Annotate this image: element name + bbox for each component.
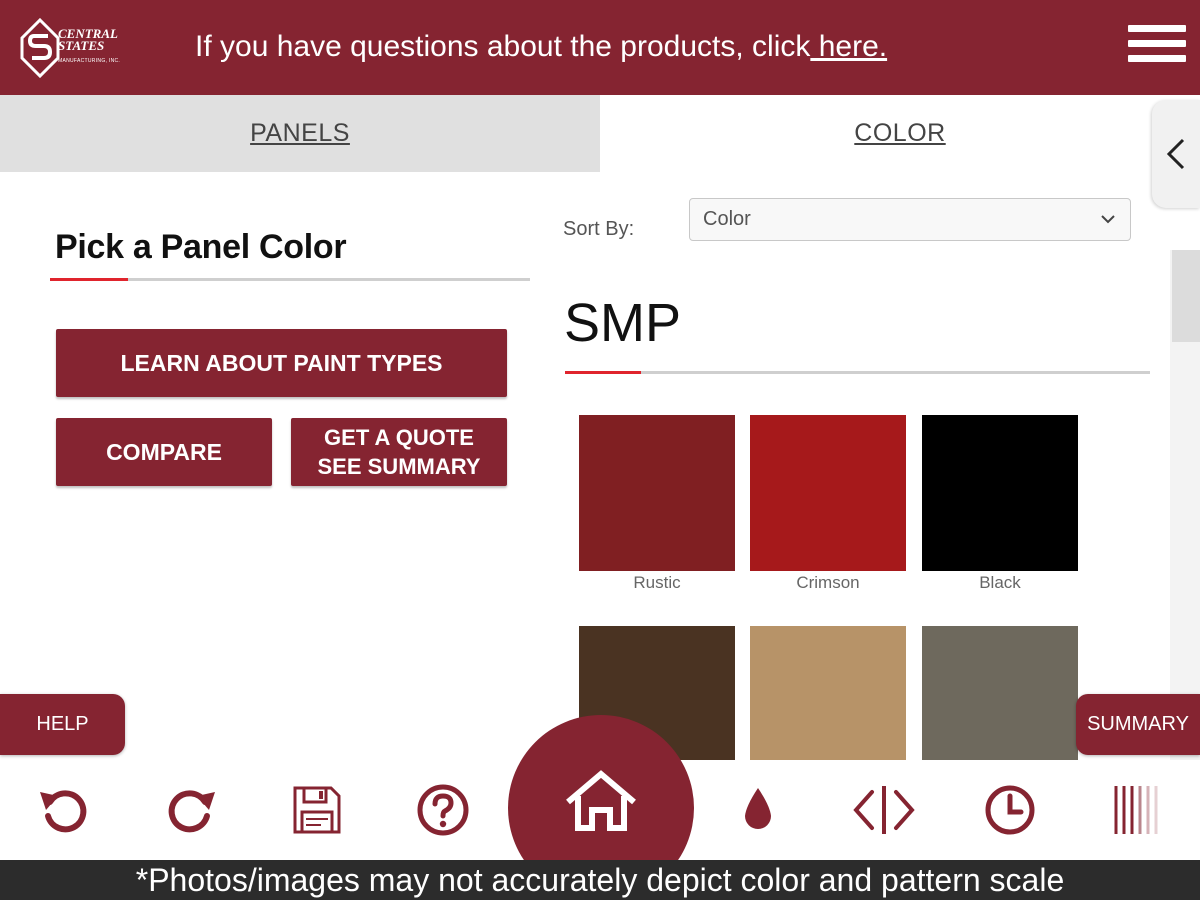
scrollbar-thumb[interactable] [1172, 250, 1200, 342]
tab-color[interactable]: COLOR [600, 95, 1200, 172]
history-button[interactable] [970, 760, 1050, 860]
logo-line-2: STATES [58, 38, 105, 53]
home-icon [566, 770, 636, 831]
help-circle-icon [417, 784, 469, 836]
swatch-scrollbar[interactable] [1170, 250, 1200, 760]
logo-mark-icon [20, 17, 60, 79]
swatch-label: Rustic [633, 573, 681, 592]
logo-subtext: MANUFACTURING, INC. [58, 58, 121, 64]
panel-pattern-icon [1114, 786, 1158, 834]
title-divider [50, 278, 530, 281]
swatch-label: Crimson [796, 573, 860, 592]
redo-button[interactable] [151, 760, 231, 860]
quote-button-line-2: SEE SUMMARY [317, 454, 481, 479]
sort-by-label: Sort By: [563, 218, 635, 240]
sort-by-value: Color [703, 208, 751, 230]
swatch-chip [922, 626, 1078, 760]
tab-panels[interactable]: PANELS [0, 95, 600, 172]
compare-icon [853, 786, 915, 834]
swatch-black[interactable]: Black [922, 415, 1078, 593]
undo-icon [40, 790, 87, 833]
swatch-chip [750, 415, 906, 571]
company-logo[interactable]: CENTRAL STATES MANUFACTURING, INC. [20, 17, 155, 80]
swatch-rustic[interactable]: Rustic [579, 415, 735, 593]
history-icon [985, 785, 1035, 835]
summary-button[interactable]: SUMMARY [1076, 694, 1200, 755]
chevron-down-icon [1101, 215, 1115, 224]
panel-pattern-button[interactable] [1096, 760, 1176, 860]
get-quote-button[interactable]: GET A QUOTE SEE SUMMARY [291, 418, 507, 486]
swatch-gray[interactable] [922, 626, 1078, 760]
logo-text: CENTRAL STATES [58, 27, 118, 53]
compare-button[interactable]: COMPARE [56, 418, 272, 486]
disclaimer-text: *Photos/images may not accurately depict… [0, 860, 1200, 900]
compare-tool-button[interactable] [844, 760, 924, 860]
swatch-chip [750, 626, 906, 760]
save-button[interactable] [277, 760, 357, 860]
learn-paint-types-button[interactable]: LEARN ABOUT PAINT TYPES [56, 329, 507, 397]
hamburger-menu-icon[interactable] [1128, 25, 1186, 71]
undo-button[interactable] [24, 760, 104, 860]
app: CENTRAL STATES MANUFACTURING, INC. If yo… [0, 0, 1200, 900]
collapse-panel-button[interactable] [1152, 100, 1200, 208]
section-divider [565, 371, 1150, 374]
help-tool-button[interactable] [403, 760, 483, 860]
header-here-link[interactable]: here. [810, 30, 887, 63]
save-icon [293, 786, 341, 834]
panel-color-title: Pick a Panel Color [55, 228, 347, 266]
section-title: SMP [564, 293, 682, 353]
header-message: If you have questions about the products… [195, 30, 887, 64]
swatch-label: Black [979, 573, 1021, 592]
chevron-left-icon [1166, 138, 1185, 170]
swatch-tan[interactable] [750, 626, 906, 760]
tab-bar: PANELS COLOR [0, 95, 1200, 172]
swatch-chip [579, 415, 735, 571]
header-bar: CENTRAL STATES MANUFACTURING, INC. If yo… [0, 0, 1200, 95]
sort-by-select[interactable]: Color [689, 198, 1131, 241]
redo-icon [168, 790, 215, 833]
swatch-crimson[interactable]: Crimson [750, 415, 906, 593]
color-button[interactable] [718, 760, 798, 860]
swatch-chip [922, 415, 1078, 571]
help-button[interactable]: HELP [0, 694, 125, 755]
color-swatch-grid: Rustic Crimson Black [579, 415, 1089, 760]
header-message-text: If you have questions about the products… [195, 30, 811, 63]
quote-button-line-1: GET A QUOTE [324, 425, 474, 450]
color-drop-icon [745, 788, 771, 829]
